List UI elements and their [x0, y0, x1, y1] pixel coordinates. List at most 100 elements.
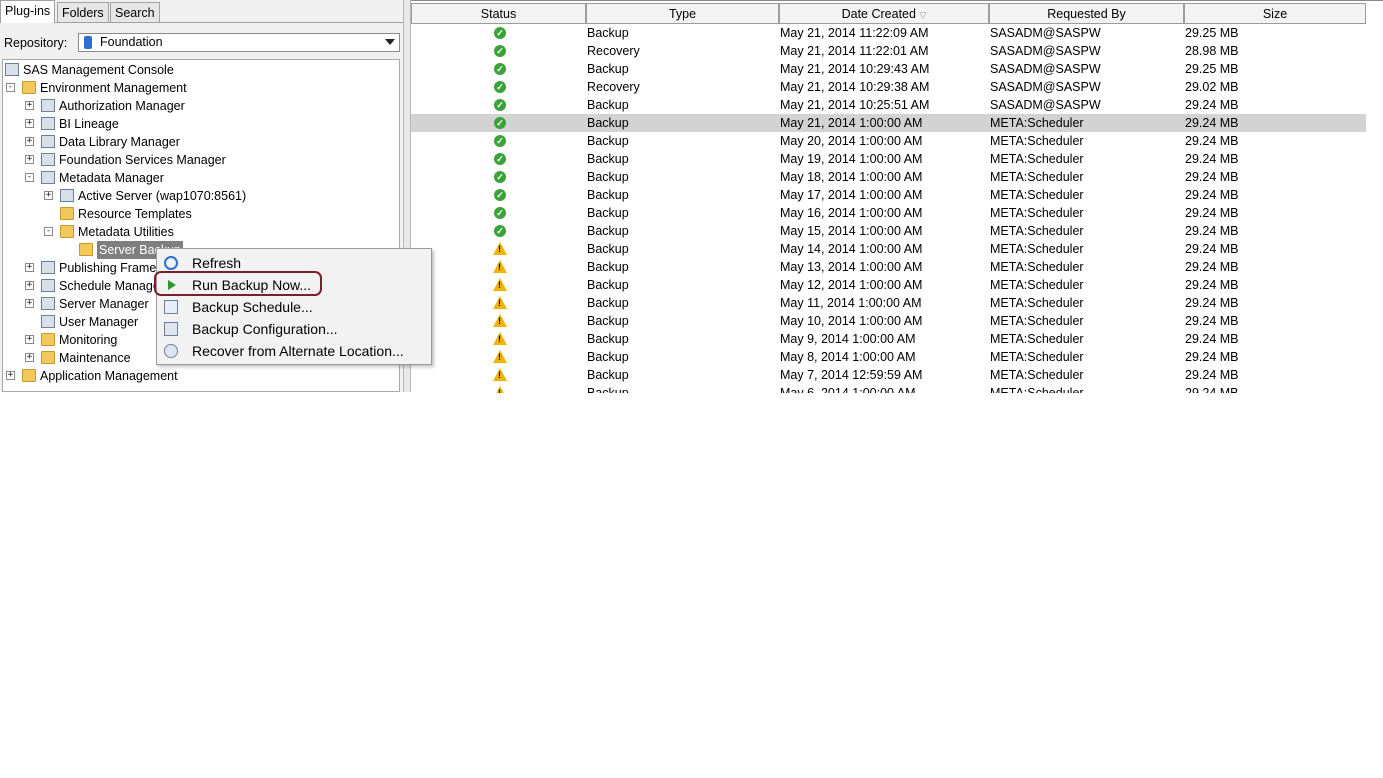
table-row[interactable]: ✓ Backup May 20, 2014 1:00:00 AM META:Sched… — [411, 132, 1366, 150]
expand-icon[interactable]: + — [25, 281, 34, 290]
table-row[interactable]: ✓ Backup May 18, 2014 1:00:00 AM META:Sched… — [411, 168, 1366, 186]
column-header-size[interactable]: Size — [1184, 3, 1366, 24]
table-row[interactable]: ✓ Backup May 17, 2014 1:00:00 AM META:Sched… — [411, 186, 1366, 204]
table-row[interactable]: ! Backup May 10, 2014 1:00:00 AM META:Sched… — [411, 312, 1366, 330]
repository-select[interactable]: Foundation — [78, 33, 400, 52]
collapse-icon[interactable]: - — [6, 83, 15, 92]
tree-node-label: User Manager — [59, 315, 139, 329]
table-row[interactable]: ✓ Backup May 21, 2014 10:25:51 AM SASADM@SA… — [411, 96, 1366, 114]
cell-date: May 9, 2014 1:00:00 AM — [780, 332, 916, 346]
tree-node-label: Resource Templates — [78, 207, 192, 221]
table-row[interactable]: ! Backup May 14, 2014 1:00:00 AM META:Sched… — [411, 240, 1366, 258]
collapse-icon[interactable]: - — [44, 227, 53, 236]
expand-icon[interactable]: + — [25, 299, 34, 308]
cell-type: Backup — [587, 386, 629, 393]
success-check-icon: ✓ — [494, 189, 506, 201]
table-row[interactable]: ✓ Backup May 16, 2014 1:00:00 AM META:Sched… — [411, 204, 1366, 222]
cell-size: 29.24 MB — [1185, 260, 1239, 274]
warning-icon: ! — [493, 386, 507, 393]
table-row[interactable]: ! Backup May 11, 2014 1:00:00 AM META:Sched… — [411, 294, 1366, 312]
cell-size: 29.24 MB — [1185, 278, 1239, 292]
table-row[interactable]: ✓ Backup May 21, 2014 11:22:09 AM SASADM@SA… — [411, 24, 1366, 42]
cell-by: META:Scheduler — [990, 332, 1084, 346]
chevron-down-icon[interactable] — [385, 39, 395, 45]
expand-icon[interactable]: + — [25, 353, 34, 362]
table-row[interactable]: ! Backup May 7, 2014 12:59:59 AM META:Sched… — [411, 366, 1366, 384]
tab-folders[interactable]: Folders — [57, 2, 109, 22]
warning-icon: ! — [493, 260, 507, 273]
table-row[interactable]: ! Backup May 12, 2014 1:00:00 AM META:Sched… — [411, 276, 1366, 294]
cell-by: META:Scheduler — [990, 224, 1084, 238]
tree-node-label: SAS Management Console — [23, 63, 174, 77]
cell-by: META:Scheduler — [990, 188, 1084, 202]
cell-date: May 6, 2014 1:00:00 AM — [780, 386, 916, 393]
menu-item-recover-from-alternate-location[interactable]: Recover from Alternate Location... — [157, 340, 429, 362]
success-check-icon: ✓ — [494, 225, 506, 237]
lineage-icon — [41, 117, 55, 130]
server-icon — [41, 297, 55, 310]
metadata-icon — [41, 171, 55, 184]
expand-icon[interactable]: + — [25, 335, 34, 344]
expand-icon[interactable]: + — [44, 191, 53, 200]
success-check-icon: ✓ — [494, 27, 506, 39]
folder-icon — [41, 351, 55, 364]
cell-by: META:Scheduler — [990, 368, 1084, 382]
expand-icon[interactable]: + — [25, 101, 34, 110]
menu-item-label: Recover from Alternate Location... — [192, 343, 404, 359]
table-row[interactable]: ✓ Recovery May 21, 2014 11:22:01 AM SASADM@… — [411, 42, 1366, 60]
expand-icon[interactable]: + — [25, 137, 34, 146]
table-row[interactable]: ✓ Recovery May 21, 2014 10:29:38 AM SASADM@… — [411, 78, 1366, 96]
repository-value: Foundation — [100, 35, 163, 49]
menu-item-backup-configuration[interactable]: Backup Configuration... — [157, 318, 429, 340]
cell-date: May 18, 2014 1:00:00 AM — [780, 170, 923, 184]
cell-type: Backup — [587, 116, 629, 130]
warning-mark: ! — [498, 316, 501, 326]
menu-item-backup-schedule[interactable]: Backup Schedule... — [157, 296, 429, 318]
callout-highlight — [154, 271, 322, 296]
table-row[interactable]: ✓ Backup May 21, 2014 1:00:00 AM META:Sched… — [411, 114, 1366, 132]
warning-mark: ! — [498, 298, 501, 308]
cell-date: May 21, 2014 11:22:01 AM — [780, 44, 929, 58]
success-check-icon: ✓ — [494, 135, 506, 147]
warning-icon: ! — [493, 278, 507, 291]
menu-item-label: Backup Configuration... — [192, 321, 338, 337]
cell-type: Backup — [587, 350, 629, 364]
table-row[interactable]: ! Backup May 9, 2014 1:00:00 AM META:Schedu… — [411, 330, 1366, 348]
column-header-date-created[interactable]: Date Created ▽ — [779, 3, 989, 24]
expand-icon[interactable]: + — [25, 263, 34, 272]
tree-node-label: Schedule Manager — [59, 279, 164, 293]
cell-date: May 15, 2014 1:00:00 AM — [780, 224, 923, 238]
cell-date: May 21, 2014 1:00:00 AM — [780, 116, 923, 130]
success-check-icon: ✓ — [494, 171, 506, 183]
cell-by: META:Scheduler — [990, 278, 1084, 292]
refresh-icon — [164, 256, 178, 270]
column-header-type[interactable]: Type — [586, 3, 779, 24]
success-check-icon: ✓ — [494, 153, 506, 165]
cell-size: 29.24 MB — [1185, 242, 1239, 256]
recover-icon — [164, 344, 178, 358]
table-row[interactable]: ! Backup May 13, 2014 1:00:00 AM META:Sched… — [411, 258, 1366, 276]
expand-icon[interactable]: + — [6, 371, 15, 380]
tree-node-label: Maintenance — [59, 351, 131, 365]
cell-date: May 12, 2014 1:00:00 AM — [780, 278, 923, 292]
collapse-icon[interactable]: - — [25, 173, 34, 182]
column-header-status[interactable]: Status — [411, 3, 586, 24]
cell-date: May 21, 2014 10:25:51 AM — [780, 98, 930, 112]
expand-icon[interactable]: + — [25, 155, 34, 164]
cell-type: Backup — [587, 260, 629, 274]
success-check-icon: ✓ — [494, 99, 506, 111]
table-row[interactable]: ! Backup May 6, 2014 1:00:00 AM META:Schedu… — [411, 384, 1366, 393]
tree-node-label: Authorization Manager — [59, 99, 185, 113]
table-row[interactable]: ✓ Backup May 21, 2014 10:29:43 AM SASADM@SA… — [411, 60, 1366, 78]
folder-icon — [22, 369, 36, 382]
expand-icon[interactable]: + — [25, 119, 34, 128]
table-row[interactable]: ! Backup May 8, 2014 1:00:00 AM META:Schedu… — [411, 348, 1366, 366]
table-row[interactable]: ✓ Backup May 19, 2014 1:00:00 AM META:Sched… — [411, 150, 1366, 168]
warning-icon: ! — [493, 296, 507, 309]
tab-search[interactable]: Search — [110, 2, 160, 22]
tab-plug-ins[interactable]: Plug-ins — [0, 0, 56, 23]
table-row[interactable]: ✓ Backup May 15, 2014 1:00:00 AM META:Sched… — [411, 222, 1366, 240]
cell-date: May 8, 2014 1:00:00 AM — [780, 350, 916, 364]
cell-type: Backup — [587, 62, 629, 76]
column-header-requested-by[interactable]: Requested By — [989, 3, 1184, 24]
